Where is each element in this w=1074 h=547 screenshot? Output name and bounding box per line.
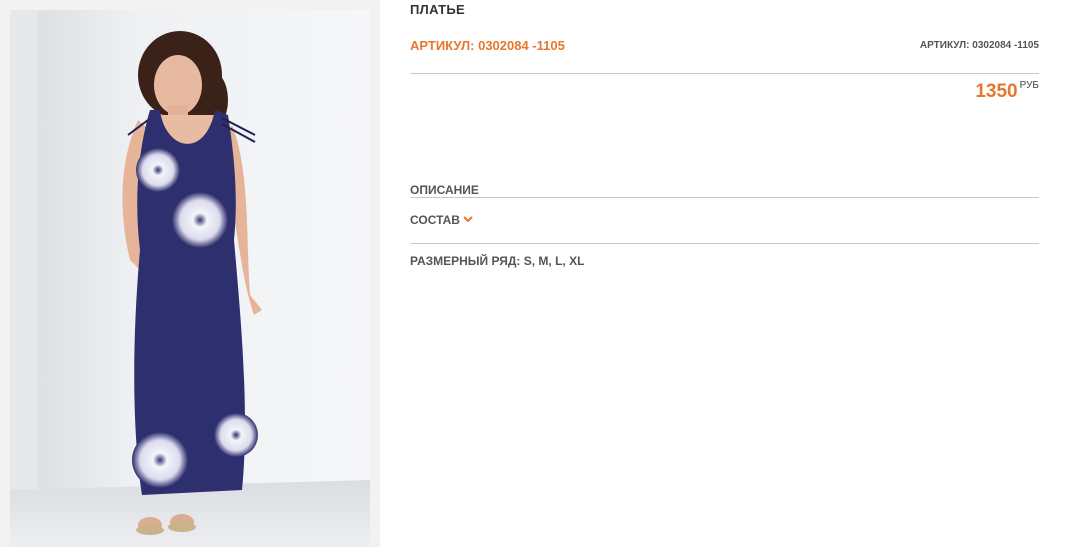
composition-label: СОСТАВ	[410, 213, 460, 227]
divider	[410, 197, 1039, 198]
chevron-down-icon	[463, 212, 473, 226]
description-heading[interactable]: ОПИСАНИЕ	[410, 183, 479, 197]
product-sku-secondary: АРТИКУЛ: 0302084 -1105	[919, 40, 1039, 51]
divider	[410, 243, 1039, 244]
composition-toggle[interactable]: СОСТАВ	[410, 212, 473, 227]
product-price: 1350 РУБ	[975, 80, 1039, 103]
size-range: РАЗМЕРНЫЙ РЯД: S, M, L, XL	[410, 254, 584, 268]
divider	[410, 73, 1039, 74]
product-sku: АРТИКУЛ: 0302084 -1105	[410, 38, 565, 53]
size-range-label: РАЗМЕРНЫЙ РЯД:	[410, 254, 521, 268]
price-value: 1350	[975, 81, 1018, 102]
product-photo[interactable]	[10, 10, 370, 547]
model-in-dress-image	[10, 10, 370, 547]
product-title: ПЛАТЬЕ	[410, 2, 465, 17]
size-range-values: S, M, L, XL	[523, 254, 585, 268]
product-info-panel: ПЛАТЬЕ АРТИКУЛ: 0302084 -1105 АРТИКУЛ: 0…	[410, 0, 1039, 547]
product-photo-frame	[0, 0, 380, 547]
price-currency: РУБ	[1019, 80, 1039, 91]
